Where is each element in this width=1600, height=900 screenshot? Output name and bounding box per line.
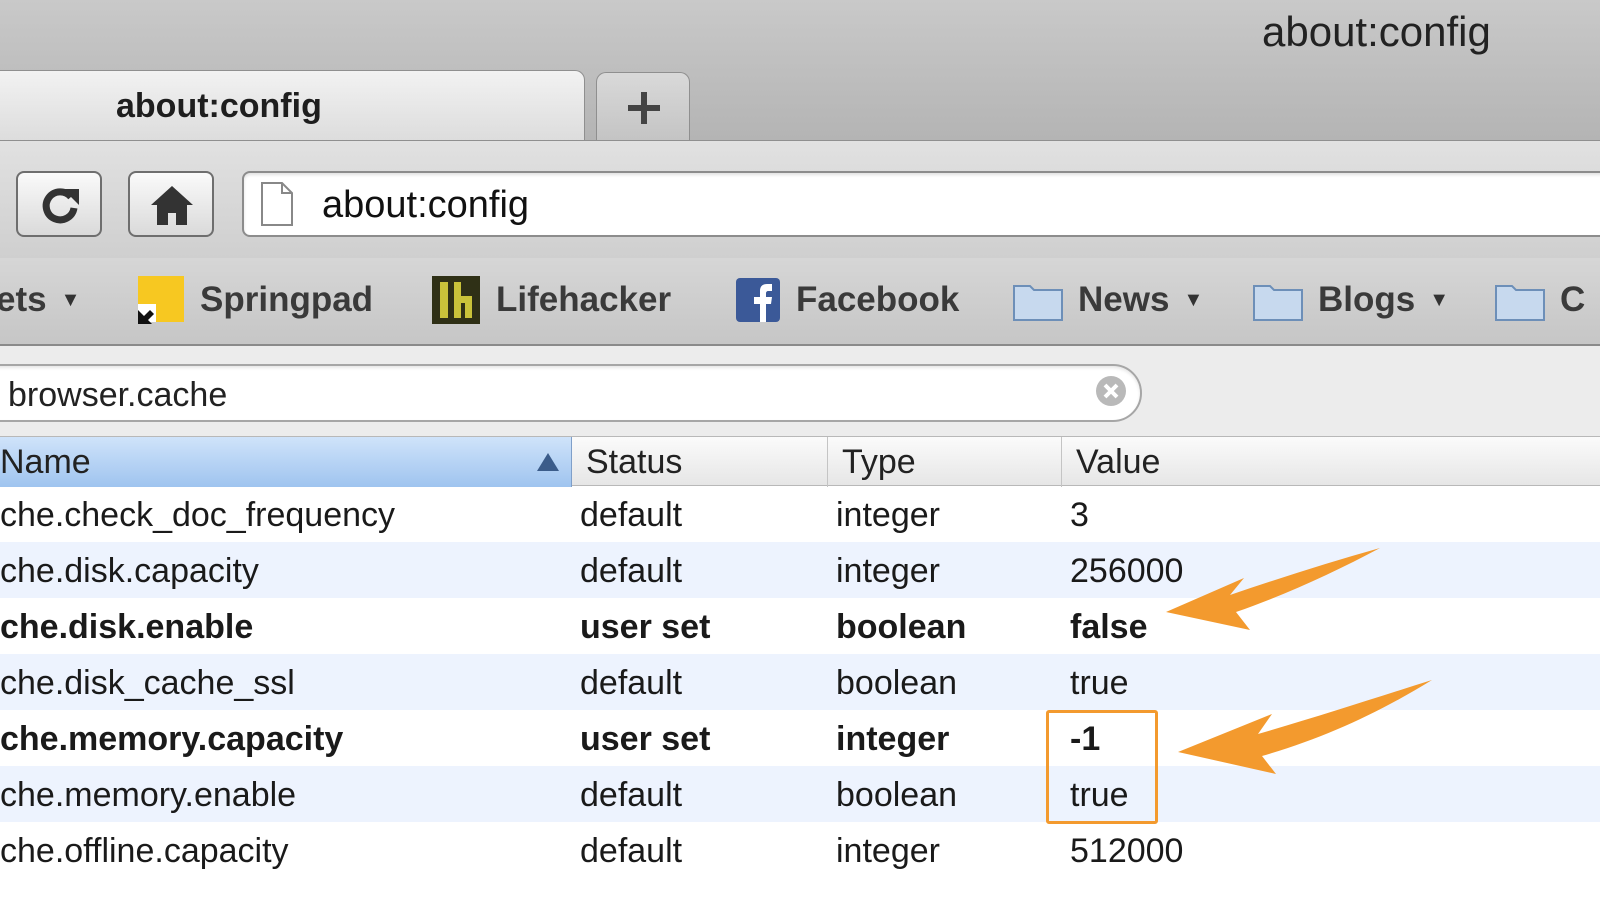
table-header: Name Status Type Value xyxy=(0,436,1600,487)
pref-type: boolean xyxy=(836,608,967,646)
bookmark-label: ets xyxy=(0,280,47,319)
folder-icon xyxy=(1253,285,1303,321)
column-header-value[interactable]: Value xyxy=(1062,437,1600,487)
column-header-status[interactable]: Status xyxy=(572,437,828,487)
pref-status: user set xyxy=(580,720,711,758)
window-titlebar: about:config about:config xyxy=(0,0,1600,142)
search-input[interactable]: browser.cache xyxy=(0,364,1142,422)
column-header-type[interactable]: Type xyxy=(828,437,1062,487)
url-text: about:config xyxy=(322,184,530,226)
bookmark-folder-c[interactable]: C xyxy=(1494,272,1585,328)
pref-type: integer xyxy=(836,552,940,590)
reload-button[interactable] xyxy=(16,171,102,237)
pref-type: boolean xyxy=(836,664,958,702)
bookmarks-toolbar: ets ▼ Springpad Lifehacker Facebook News… xyxy=(0,258,1600,346)
preferences-table: Name Status Type Value che.check_doc_fre… xyxy=(0,436,1600,900)
dropdown-arrow-icon: ▼ xyxy=(1429,288,1450,311)
bookmark-label: Lifehacker xyxy=(496,280,672,319)
pref-status: default xyxy=(580,664,683,702)
window-title: about:config xyxy=(1262,8,1491,55)
annotation-highlight-box xyxy=(1046,710,1158,824)
pref-type: boolean xyxy=(836,776,958,814)
folder-icon xyxy=(1495,285,1545,321)
search-input-value: browser.cache xyxy=(8,376,228,414)
pref-name: che.memory.enable xyxy=(0,776,297,814)
folder-icon xyxy=(1013,285,1063,321)
pref-status: default xyxy=(580,496,683,534)
pref-status: user set xyxy=(580,608,711,646)
pref-name: che.offline.capacity xyxy=(0,832,289,870)
pref-value: 512000 xyxy=(1070,832,1184,870)
pref-name: che.disk_cache_ssl xyxy=(0,664,295,702)
pref-name: che.check_doc_frequency xyxy=(0,496,396,534)
url-bar[interactable]: about:config xyxy=(242,171,1600,237)
table-row[interactable]: che.check_doc_frequency default integer … xyxy=(0,486,1600,542)
pref-type: integer xyxy=(836,720,950,758)
pref-status: default xyxy=(580,832,683,870)
annotation-arrow-icon xyxy=(1178,680,1432,774)
pref-name: che.disk.capacity xyxy=(0,552,259,590)
bookmark-folder-ets[interactable]: ets ▼ xyxy=(0,272,80,328)
reload-icon xyxy=(42,188,79,224)
bookmark-facebook[interactable]: Facebook xyxy=(734,272,959,328)
bookmark-label: C xyxy=(1560,280,1586,319)
pref-name: che.memory.capacity xyxy=(0,720,344,758)
dropdown-arrow-icon: ▼ xyxy=(1183,288,1204,311)
column-header-label: Name xyxy=(0,443,91,481)
bookmark-folder-news[interactable]: News ▼ xyxy=(1012,272,1203,328)
clear-search-icon[interactable] xyxy=(1094,374,1128,408)
page-icon xyxy=(261,182,293,226)
bookmark-folder-blogs[interactable]: Blogs ▼ xyxy=(1252,272,1449,328)
home-icon xyxy=(151,186,193,225)
bookmark-springpad[interactable]: Springpad xyxy=(134,272,373,328)
pref-type: integer xyxy=(836,832,940,870)
tab-label: about:config xyxy=(116,87,322,125)
bookmark-lifehacker[interactable]: Lifehacker xyxy=(430,272,671,328)
pref-status: default xyxy=(580,552,683,590)
bookmark-label: Facebook xyxy=(796,280,960,319)
home-button[interactable] xyxy=(128,171,214,237)
table-row[interactable]: che.offline.capacity default integer 512… xyxy=(0,822,1600,878)
dropdown-arrow-icon: ▼ xyxy=(60,288,81,311)
navigation-toolbar: about:config xyxy=(0,140,1600,258)
bookmark-label: Blogs xyxy=(1318,280,1416,319)
new-tab-button[interactable] xyxy=(596,72,690,140)
search-area: browser.cache xyxy=(0,346,1600,436)
annotation-arrow-icon xyxy=(1166,548,1380,630)
bookmark-label: Springpad xyxy=(200,280,374,319)
pref-name: che.disk.enable xyxy=(0,608,254,646)
sort-ascending-icon xyxy=(537,453,559,471)
springpad-icon xyxy=(138,276,184,324)
plus-icon xyxy=(628,92,660,124)
facebook-icon xyxy=(736,278,780,322)
pref-status: default xyxy=(580,776,683,814)
lifehacker-icon xyxy=(432,276,480,324)
column-header-name[interactable]: Name xyxy=(0,437,572,487)
pref-value: 3 xyxy=(1070,496,1089,534)
bookmark-label: News xyxy=(1078,280,1170,319)
pref-type: integer xyxy=(836,496,940,534)
tab-about-config[interactable]: about:config xyxy=(0,70,585,142)
